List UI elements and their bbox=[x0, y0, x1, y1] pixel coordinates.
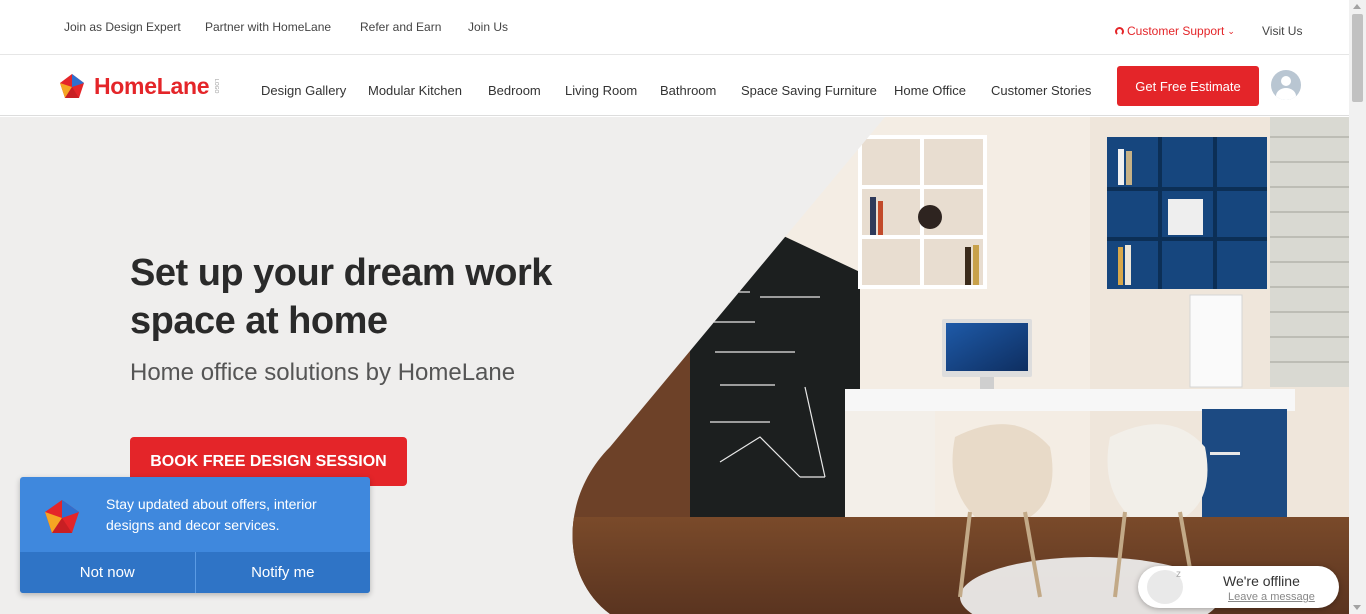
nav-bathroom[interactable]: Bathroom bbox=[660, 83, 716, 98]
scroll-up-arrow-icon[interactable] bbox=[1353, 4, 1361, 9]
visit-us-link[interactable]: Visit Us bbox=[1262, 24, 1302, 38]
customer-support-label: Customer Support bbox=[1127, 24, 1225, 38]
main-nav: HomeLane LOGO Design Gallery Modular Kit… bbox=[0, 56, 1349, 116]
top-utility-bar: Join as Design Expert Partner with HomeL… bbox=[0, 0, 1349, 55]
notification-prompt: Stay updated about offers, interior desi… bbox=[20, 477, 370, 593]
scroll-down-arrow-icon[interactable] bbox=[1353, 605, 1361, 610]
customer-support-dropdown[interactable]: Customer Support ⌄ bbox=[1115, 24, 1235, 38]
notification-message: Stay updated about offers, interior desi… bbox=[106, 496, 317, 533]
avatar-body bbox=[1276, 88, 1296, 100]
offline-chat-widget[interactable]: z We're offline Leave a message bbox=[1138, 566, 1339, 608]
home-office-photo bbox=[572, 117, 1349, 614]
nav-design-gallery[interactable]: Design Gallery bbox=[261, 83, 346, 98]
homelane-logo-icon bbox=[45, 500, 79, 533]
hero-title: Set up your dream work space at home bbox=[130, 252, 552, 342]
chevron-down-icon: ⌄ bbox=[1227, 25, 1235, 36]
get-free-estimate-button[interactable]: Get Free Estimate bbox=[1117, 66, 1259, 106]
chat-status: We're offline bbox=[1223, 573, 1300, 589]
brand-name: HomeLane bbox=[94, 72, 210, 99]
homelane-logo-icon bbox=[60, 74, 84, 98]
user-avatar[interactable] bbox=[1271, 70, 1301, 100]
zzz-icon: z bbox=[1176, 569, 1181, 580]
brand-mark: LOGO bbox=[213, 78, 220, 94]
nav-living-room[interactable]: Living Room bbox=[565, 83, 637, 98]
page-scrollbar[interactable] bbox=[1349, 0, 1366, 614]
avatar-head bbox=[1281, 76, 1291, 86]
headset-icon bbox=[1115, 26, 1124, 36]
leave-message-link[interactable]: Leave a message bbox=[1228, 591, 1315, 603]
homelane-logo[interactable]: HomeLane LOGO bbox=[58, 72, 219, 100]
join-us-link[interactable]: Join Us bbox=[468, 20, 508, 34]
nav-home-office[interactable]: Home Office bbox=[894, 83, 966, 98]
nav-modular-kitchen[interactable]: Modular Kitchen bbox=[368, 83, 462, 98]
notification-actions: Not now Notify me bbox=[20, 552, 370, 593]
not-now-button[interactable]: Not now bbox=[20, 552, 195, 593]
nav-customer-stories[interactable]: Customer Stories bbox=[991, 83, 1091, 98]
partner-link[interactable]: Partner with HomeLane bbox=[205, 20, 331, 34]
join-design-expert-link[interactable]: Join as Design Expert bbox=[64, 20, 181, 34]
nav-bedroom[interactable]: Bedroom bbox=[488, 83, 541, 98]
nav-space-saving-furniture[interactable]: Space Saving Furniture bbox=[741, 83, 877, 98]
scroll-thumb[interactable] bbox=[1352, 14, 1363, 102]
page: Join as Design Expert Partner with HomeL… bbox=[0, 0, 1366, 614]
refer-earn-link[interactable]: Refer and Earn bbox=[360, 20, 441, 34]
notify-me-button[interactable]: Notify me bbox=[194, 552, 371, 593]
hero-subtitle: Home office solutions by HomeLane bbox=[130, 359, 516, 386]
